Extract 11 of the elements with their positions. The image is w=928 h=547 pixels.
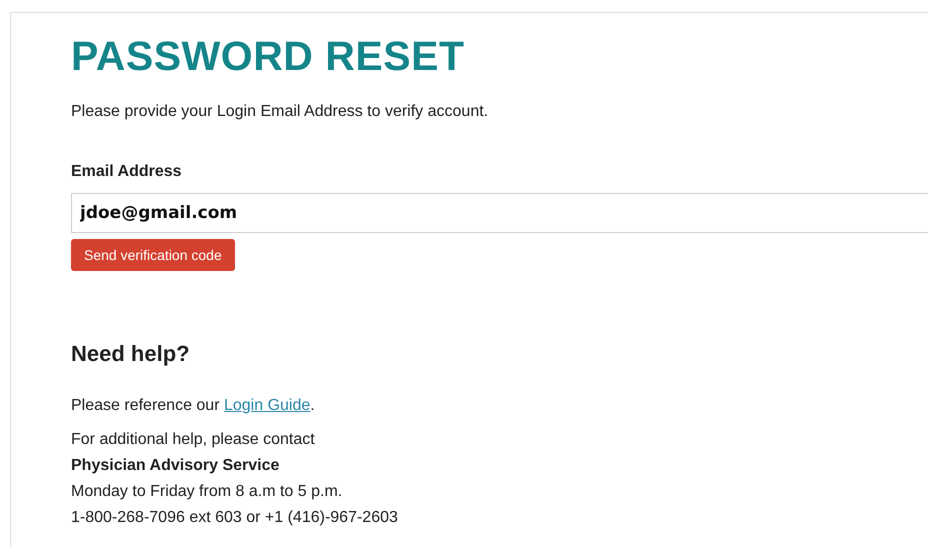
page-title: PASSWORD RESET	[71, 33, 466, 79]
reference-text: Please reference our Login Guide.	[71, 397, 316, 415]
contact-text: 1-800-268-7096 ext 603 or +1 (416)-967-2603	[71, 509, 398, 527]
send-code-button[interactable]: Send verification code	[71, 239, 235, 271]
contact-text: Monday to Friday from 8 a.m to 5 p.m.	[71, 483, 342, 501]
email-label: Email Address	[71, 163, 182, 181]
login-guide-link[interactable]: Login Guide	[224, 397, 310, 414]
contact-text: For additional help, please contact	[71, 431, 315, 449]
contact-text: Physician Advisory Service	[71, 457, 280, 475]
instructions-text: Please provide your Login Email Address to verify account.	[71, 103, 490, 121]
help-heading: Need help?	[71, 341, 191, 367]
